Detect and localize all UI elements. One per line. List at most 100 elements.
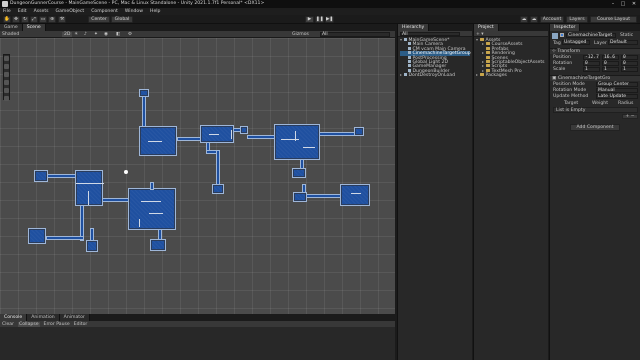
static-toggle[interactable]: Static	[620, 33, 633, 38]
dungeon-room	[86, 240, 98, 252]
close-icon[interactable]: ✕	[629, 0, 639, 8]
scene-tabs: Game Scene	[0, 24, 395, 31]
dungeon-corridor	[306, 194, 342, 198]
overlay-hand-icon[interactable]	[4, 56, 9, 61]
tab-game[interactable]: Game	[0, 24, 23, 31]
overlay-scale-icon[interactable]	[4, 80, 9, 85]
rotation-z-field[interactable]: 0	[621, 61, 638, 66]
pause-button[interactable]: ❚❚	[315, 16, 324, 23]
rotation-y-field[interactable]: 0	[602, 61, 619, 66]
dungeon-corridor	[216, 150, 220, 186]
gameobject-icon	[408, 46, 411, 50]
overlay-move-icon[interactable]	[4, 64, 9, 69]
move-tool-icon[interactable]: ✥	[12, 16, 20, 23]
menu-window[interactable]: Window	[125, 9, 143, 14]
step-button[interactable]: ▶❚	[325, 16, 334, 23]
dungeon-room	[340, 184, 370, 206]
dungeon-room	[293, 192, 307, 202]
audio-icon[interactable]: ♪	[84, 32, 87, 37]
position-label: Position	[553, 55, 571, 60]
dungeon-room	[139, 126, 177, 156]
hidden-objects-icon[interactable]: ◉	[104, 32, 108, 37]
shading-mode-dropdown[interactable]: Shaded	[2, 32, 19, 37]
gameobject-icon	[408, 42, 411, 46]
tag-label: Tag	[553, 41, 561, 46]
folder-icon	[486, 55, 490, 59]
scene-search-input[interactable]: All	[320, 32, 390, 37]
account-dropdown[interactable]: Account	[540, 16, 564, 23]
position-x-field[interactable]: -12.7	[583, 55, 600, 60]
rect-tool-icon[interactable]: ▭	[39, 16, 47, 23]
lighting-icon[interactable]: ☀	[74, 32, 78, 37]
list-add-remove-buttons[interactable]: + −	[622, 114, 638, 119]
menu-edit[interactable]: Edit	[18, 9, 27, 14]
play-button[interactable]: ▶	[305, 16, 314, 23]
menu-assets[interactable]: Assets	[34, 9, 49, 14]
update-method-dropdown[interactable]: Late Update	[596, 94, 638, 99]
tab-animation[interactable]: Animation	[27, 314, 60, 321]
menu-help[interactable]: Help	[150, 9, 160, 14]
scale-tool-icon[interactable]: ⤢	[30, 16, 38, 23]
dontdestroy-root[interactable]: ▸ DontDestroyOnLoad	[400, 72, 470, 78]
rotation-label: Rotation	[553, 61, 573, 66]
rotate-tool-icon[interactable]: ↻	[21, 16, 29, 23]
overlay-rect-icon[interactable]	[4, 88, 9, 93]
tab-scene[interactable]: Scene	[22, 24, 46, 31]
add-component-button[interactable]: Add Component	[570, 124, 620, 131]
minimize-icon[interactable]: –	[608, 0, 618, 8]
position-mode-dropdown[interactable]: Group Center	[596, 82, 638, 87]
console-toolbar: Clear Collapse Error Pause Editor	[0, 321, 395, 327]
clear-button[interactable]: Clear	[2, 322, 14, 327]
transform-tool-icon[interactable]: ⊕	[48, 16, 56, 23]
hierarchy-search-input[interactable]: All	[400, 32, 460, 37]
editor-dropdown[interactable]: Editor	[74, 322, 88, 327]
scale-z-field[interactable]: 1	[621, 67, 638, 72]
menu-component[interactable]: Component	[91, 9, 118, 14]
mouse-cursor-icon	[124, 170, 128, 174]
inspector-panel: Inspector CinemachineTarget Static Tag U…	[549, 24, 640, 360]
tab-hierarchy[interactable]: Hierarchy	[398, 24, 430, 31]
tab-inspector[interactable]: Inspector	[550, 24, 581, 31]
layout-dropdown[interactable]: Course Layout	[590, 16, 637, 23]
cloud-icon[interactable]: ☁	[530, 16, 538, 23]
error-pause-button[interactable]: Error Pause	[44, 322, 70, 327]
tab-project[interactable]: Project	[474, 24, 499, 31]
scale-x-field[interactable]: 1	[583, 67, 600, 72]
active-checkbox[interactable]	[560, 33, 564, 37]
gizmos-dropdown[interactable]: Gizmos	[292, 32, 309, 37]
tools-icon[interactable]: ⚙	[128, 32, 132, 37]
transform-header[interactable]: ⊹ Transform	[550, 48, 640, 54]
layer-dropdown[interactable]: Default	[608, 40, 638, 45]
tab-animator[interactable]: Animator	[59, 314, 90, 321]
maximize-icon[interactable]: □	[618, 0, 628, 8]
scene-viewport[interactable]	[0, 38, 395, 314]
pivot-center-toggle[interactable]: Center	[88, 16, 110, 23]
effects-icon[interactable]: ✦	[94, 32, 98, 37]
tag-dropdown[interactable]: Untagged	[562, 40, 590, 45]
global-local-toggle[interactable]: Global	[111, 16, 133, 23]
dungeon-room	[274, 124, 320, 160]
dungeon-room	[354, 127, 364, 136]
overlay-rotate-icon[interactable]	[4, 72, 9, 77]
folder-icon	[486, 42, 490, 46]
rotation-x-field[interactable]: 0	[583, 61, 600, 66]
position-mode-label: Position Mode	[553, 82, 585, 87]
object-name-field[interactable]: CinemachineTarget	[566, 33, 616, 38]
overlay-transform-icon[interactable]	[4, 96, 9, 101]
tab-console[interactable]: Console	[0, 314, 28, 321]
menu-file[interactable]: File	[3, 9, 11, 14]
rotation-mode-dropdown[interactable]: Manual	[596, 88, 638, 93]
menu-gameobject[interactable]: GameObject	[56, 9, 85, 14]
mode-2d-toggle[interactable]: 2D	[62, 32, 73, 37]
layers-dropdown[interactable]: Layers	[566, 16, 588, 23]
target-group-header[interactable]: ▣ CinemachineTargetGro	[550, 75, 640, 81]
scene-camera-icon[interactable]: ◧	[116, 32, 120, 37]
position-z-field[interactable]: 0	[621, 55, 638, 60]
position-y-field[interactable]: 16.6	[602, 55, 619, 60]
hand-tool-icon[interactable]: ✋	[3, 16, 11, 23]
custom-tool-icon[interactable]: ⚒	[58, 16, 66, 23]
dungeon-corridor	[247, 135, 275, 139]
collapse-button[interactable]: Collapse	[18, 321, 40, 327]
scale-y-field[interactable]: 1	[602, 67, 619, 72]
collab-icon[interactable]: ☁	[520, 16, 528, 23]
